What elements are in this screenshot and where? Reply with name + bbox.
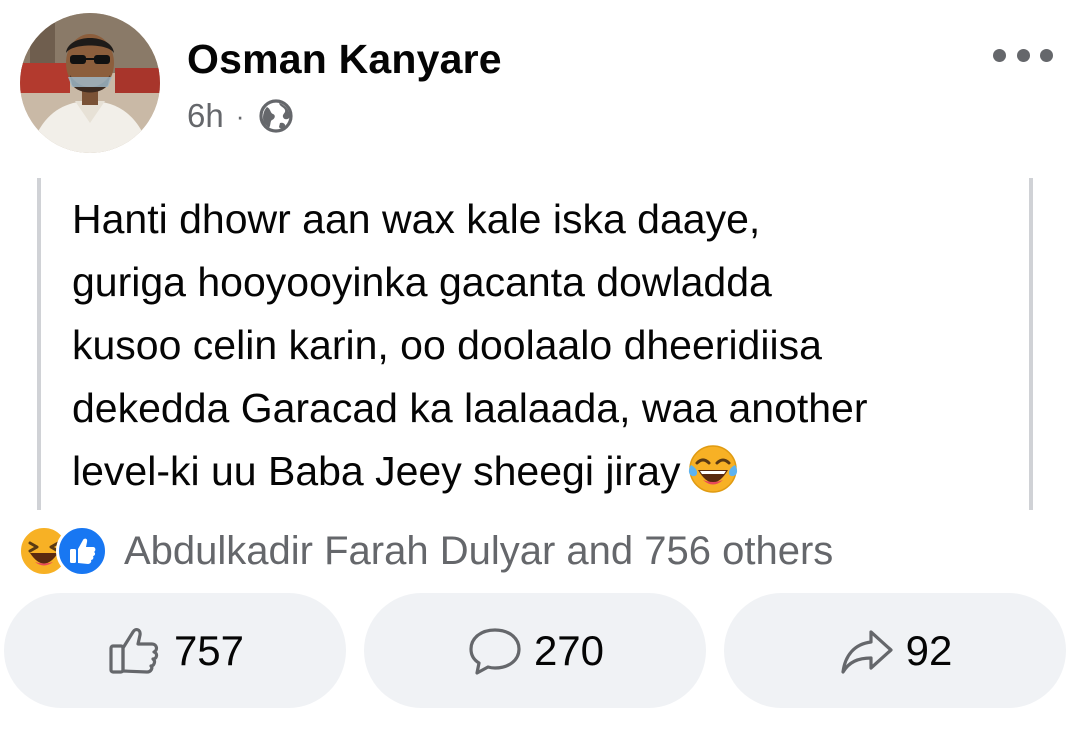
like-button[interactable]: 757	[4, 593, 346, 708]
meta-separator: ·	[235, 100, 245, 131]
share-button[interactable]: 92	[724, 593, 1066, 708]
tears-of-joy-emoji	[687, 443, 739, 495]
more-options-button[interactable]	[993, 40, 1053, 70]
post-card: Osman Kanyare 6h · Hanti dhowr aan wax k…	[0, 0, 1075, 730]
globe-icon	[258, 98, 294, 134]
post-actions-bar: 757 270 92	[4, 593, 1066, 708]
post-text-body: Hanti dhowr aan wax kale iska daaye, gur…	[72, 196, 868, 494]
share-count: 92	[905, 626, 953, 674]
avatar-image	[20, 13, 160, 153]
more-dot	[1040, 48, 1053, 62]
share-arrow-icon	[838, 622, 896, 680]
author-name[interactable]: Osman Kanyare	[187, 36, 502, 83]
comment-bubble-icon	[466, 622, 524, 680]
like-count: 757	[173, 626, 245, 674]
comment-count: 270	[533, 626, 605, 674]
more-dot	[993, 48, 1006, 62]
reactions-summary[interactable]: Abdulkadir Farah Dulyar and 756 others	[18, 523, 833, 579]
post-time[interactable]: 6h	[187, 97, 224, 135]
thumbs-up-icon	[106, 622, 164, 680]
more-dot	[1016, 48, 1030, 62]
comment-button[interactable]: 270	[364, 593, 706, 708]
like-reaction-icon	[56, 525, 108, 577]
post-text: Hanti dhowr aan wax kale iska daaye, gur…	[72, 188, 1022, 503]
author-avatar[interactable]	[20, 13, 160, 153]
post-meta: 6h ·	[187, 94, 294, 138]
reactions-summary-text[interactable]: Abdulkadir Farah Dulyar and 756 others	[124, 529, 833, 574]
